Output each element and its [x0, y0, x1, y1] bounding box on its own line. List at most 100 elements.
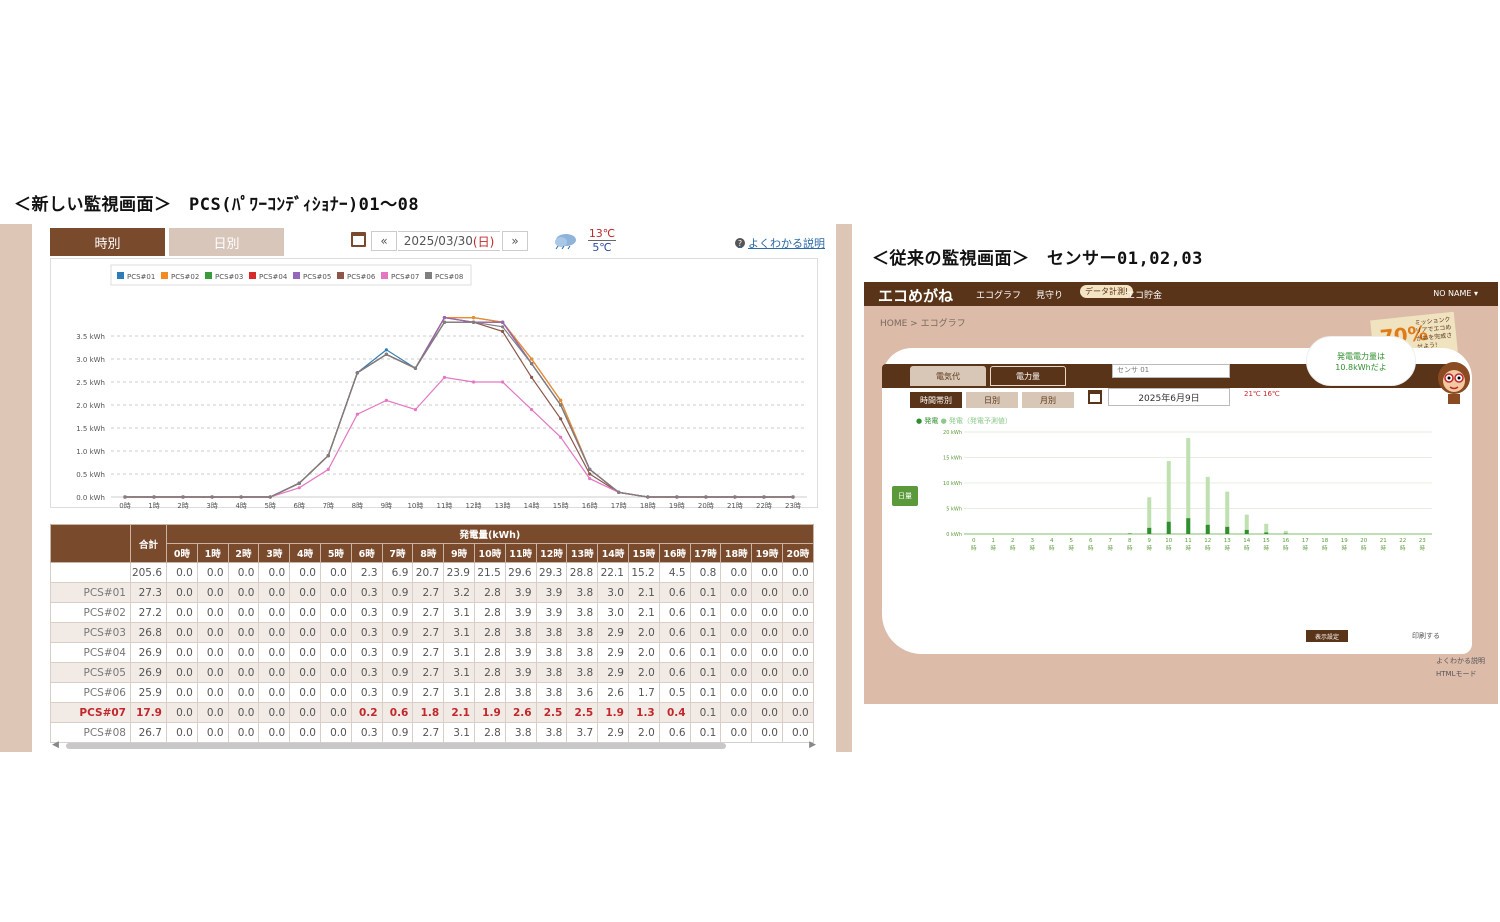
x-tick-label: 6時 [294, 502, 305, 509]
html-mode-link[interactable]: HTMLモード [1436, 669, 1476, 679]
hour-header: 6時 [350, 543, 383, 563]
table-cell: 0.0 [751, 622, 783, 643]
table-cell: 6.9 [381, 562, 414, 583]
breadcrumb[interactable]: HOME > エコグラフ [880, 316, 966, 329]
line-chart-svg: PCS#01 PCS#02 PCS#03 PCS#04 PCS#05 PCS#06 PCS#… [76, 264, 807, 509]
user-menu[interactable]: NO NAME ▾ [1433, 289, 1478, 298]
generation-bar [1205, 524, 1210, 534]
tab-power-amount[interactable]: 電力量 [990, 366, 1066, 386]
x-tick-label: 12時 [466, 502, 482, 509]
bar-x-tick-suffix: 時 [1380, 544, 1386, 552]
hour-header: 3時 [258, 543, 291, 563]
tab-electricity-cost[interactable]: 電気代 [910, 366, 986, 386]
hour-header: 14時 [597, 543, 629, 563]
bar-y-tick-label: 0 kWh [946, 532, 962, 538]
table-cell: 0.0 [751, 562, 783, 583]
scroll-thumb[interactable] [66, 743, 726, 749]
subtab-monthly[interactable]: 月別 [1022, 392, 1074, 408]
table-cell: 1.8 [412, 702, 445, 723]
table-cell: 0.1 [689, 662, 722, 683]
help-link[interactable]: ? よくわかる説明 [735, 235, 825, 251]
row-total: 26.8 [130, 622, 167, 643]
old-help-link[interactable]: よくわかる説明 [1436, 656, 1485, 666]
table-cell: 1.7 [627, 682, 660, 703]
generation-bar [1283, 533, 1288, 534]
help-icon: ? [735, 238, 745, 248]
bar-x-tick-label: 22 [1399, 538, 1406, 544]
table-cell: 0.3 [350, 602, 383, 623]
data-point [413, 408, 418, 412]
legend-label: PCS#03 [215, 273, 243, 281]
tab-hourly[interactable]: 時別 [50, 228, 165, 256]
row-label: PCS#05 [50, 662, 131, 683]
bar-x-tick-suffix: 時 [1224, 544, 1230, 552]
table-cell: 2.0 [627, 662, 660, 683]
hour-header: 0時 [166, 543, 198, 563]
scroll-right-icon[interactable]: ▶ [809, 740, 816, 750]
table-cell: 0.0 [781, 582, 814, 603]
nav-eco-graph[interactable]: エコグラフ [976, 288, 1021, 301]
nav-eco-savings[interactable]: エコ貯金 [1126, 288, 1162, 301]
table-cell: 21.5 [473, 562, 506, 583]
table-cell: 3.9 [504, 602, 537, 623]
table-cell: 3.8 [566, 582, 599, 603]
table-cell: 0.0 [227, 622, 260, 643]
eco-megane-logo[interactable]: エコめがね [878, 285, 953, 306]
table-cell: 3.8 [535, 662, 568, 683]
display-settings-button[interactable]: 表示設定 [1306, 630, 1348, 642]
y-tick-label: 2.0 kWh [76, 402, 105, 410]
data-point [384, 348, 388, 352]
calendar-icon[interactable] [351, 232, 366, 247]
tab-daily[interactable]: 日別 [169, 228, 284, 256]
table-cell: 3.1 [443, 622, 475, 643]
row-label: PCS#07 [50, 702, 131, 723]
bar-x-tick-suffix: 時 [971, 544, 977, 552]
table-cell: 0.0 [781, 662, 814, 683]
subtab-hourly[interactable]: 時間帯別 [910, 392, 962, 408]
table-cell: 0.0 [720, 662, 753, 683]
data-point [559, 403, 563, 407]
table-cell: 0.1 [689, 602, 722, 623]
hour-header: 9時 [443, 543, 475, 563]
table-cell: 0.0 [751, 662, 783, 683]
series-line [125, 321, 793, 498]
nav-watch[interactable]: 見守り [1036, 288, 1063, 301]
data-point [355, 412, 359, 416]
y-tick-label: 0.0 kWh [76, 494, 105, 502]
hour-header: 11時 [504, 543, 537, 563]
data-point [762, 495, 766, 499]
bar-x-tick-label: 13 [1224, 538, 1231, 544]
table-cell: 3.1 [443, 682, 475, 703]
table-cell: 2.0 [627, 622, 660, 643]
bar-x-tick-suffix: 時 [1088, 544, 1094, 552]
daily-amount-button[interactable]: 日量 [892, 486, 918, 506]
date-display[interactable]: 2025/03/30 (日) [398, 231, 500, 251]
table-cell: 0.0 [319, 562, 352, 583]
table-cell: 0.0 [196, 562, 229, 583]
table-cell: 15.2 [627, 562, 660, 583]
prev-day-button[interactable]: « [371, 231, 397, 251]
horizontal-scrollbar[interactable]: ◀ ▶ [50, 740, 818, 750]
data-point [588, 467, 592, 471]
table-cell: 2.7 [412, 582, 445, 603]
hour-header: 13時 [566, 543, 599, 563]
legend-label: PCS#02 [171, 273, 199, 281]
table-cell: 0.0 [751, 702, 783, 723]
x-tick-label: 5時 [264, 502, 275, 509]
calendar-icon[interactable] [1088, 390, 1102, 404]
old-header-bar: エコめがね エコグラフ 見守り データ計測! エコ貯金 NO NAME ▾ [864, 282, 1498, 306]
print-button[interactable]: 印刷する [1412, 631, 1440, 641]
data-point [530, 357, 534, 361]
sensor-select[interactable]: センサ 01 [1112, 364, 1230, 378]
table-cell: 28.8 [566, 562, 599, 583]
scroll-left-icon[interactable]: ◀ [52, 740, 59, 750]
subtab-daily[interactable]: 日別 [966, 392, 1018, 408]
old-date-display[interactable]: 2025年6月9日 [1108, 388, 1230, 406]
table-cell: 0.0 [166, 602, 198, 623]
data-point [442, 320, 447, 324]
next-day-button[interactable]: » [502, 231, 528, 251]
cloudy-rain-icon [555, 234, 576, 250]
x-tick-label: 23時 [785, 502, 801, 509]
legend-label: PCS#05 [303, 273, 331, 281]
data-point [152, 495, 156, 499]
